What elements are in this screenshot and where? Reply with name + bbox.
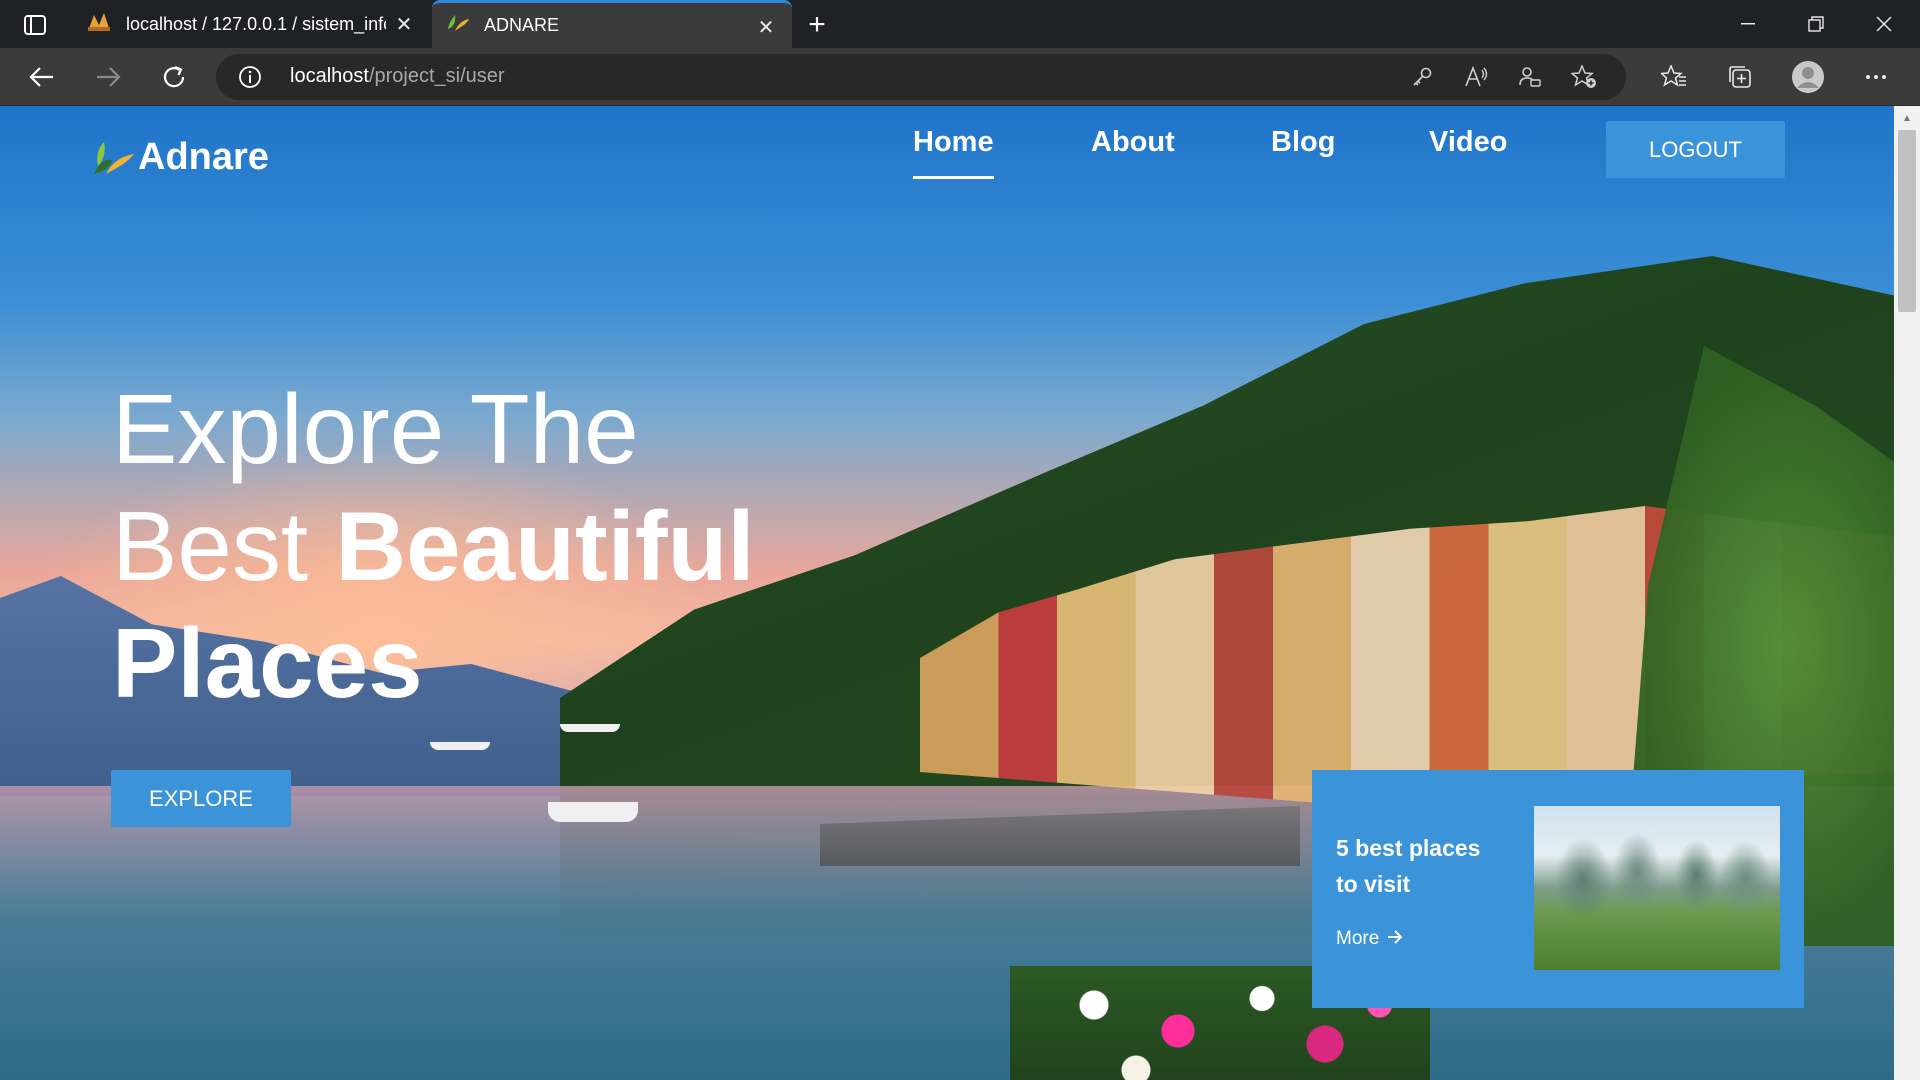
tab-title: localhost / 127.0.0.1 / sistem_info (126, 13, 386, 34)
adnare-logo-icon (92, 138, 136, 178)
hero-line-2-bold: Beautiful (335, 491, 755, 601)
card-more-link[interactable]: More (1336, 928, 1403, 950)
hero-line-2-light: Best (112, 491, 336, 601)
url-path: /project_si/user (368, 65, 505, 87)
card-more-label: More (1336, 928, 1380, 949)
favorites-icon[interactable] (1654, 59, 1694, 95)
read-aloud-icon[interactable] (1460, 63, 1492, 91)
explore-button[interactable]: EXPLORE (111, 770, 291, 827)
profile-sync-icon[interactable] (1514, 63, 1546, 91)
collections-icon[interactable] (1720, 59, 1760, 95)
phpmyadmin-favicon-icon (86, 11, 112, 38)
card-image (1534, 806, 1780, 970)
browser-tab-bar: localhost / 127.0.0.1 / sistem_info ✕ AD… (0, 0, 1920, 48)
background-boat (548, 802, 638, 822)
back-icon[interactable] (22, 59, 62, 95)
nav-video[interactable]: Video (1429, 126, 1507, 159)
site-info-icon[interactable] (238, 65, 262, 89)
background-boat (430, 742, 490, 750)
tab-actions-icon[interactable] (18, 12, 52, 38)
reload-icon[interactable] (154, 59, 194, 95)
tab-adnare[interactable]: ADNARE ✕ (432, 0, 792, 48)
hero-line-2: Best Beautiful (112, 488, 755, 605)
profile-avatar-icon[interactable] (1788, 59, 1828, 95)
brand-name: Adnare (138, 136, 269, 178)
card-title: 5 best places to visit (1336, 835, 1481, 897)
background-boat (560, 724, 620, 732)
close-window-icon[interactable] (1850, 0, 1918, 48)
logout-button[interactable]: LOGOUT (1606, 121, 1785, 178)
address-bar[interactable]: localhost/project_si/user (216, 54, 1626, 100)
nav-about[interactable]: About (1091, 126, 1175, 159)
restore-icon[interactable] (1782, 0, 1850, 48)
add-favorite-icon[interactable] (1568, 63, 1600, 91)
close-tab-icon[interactable]: ✕ (392, 12, 416, 36)
url-text: localhost/project_si/user (290, 65, 505, 88)
hero-line-3: Places (112, 608, 423, 718)
page-viewport: Adnare Home About Blog Video LOGOUT Expl… (0, 106, 1894, 1080)
close-tab-icon[interactable]: ✕ (754, 15, 778, 39)
site-brand[interactable]: Adnare (92, 136, 269, 179)
nav-home[interactable]: Home (913, 126, 994, 179)
scrollbar-thumb[interactable] (1898, 130, 1916, 312)
url-host: localhost (290, 65, 369, 87)
key-icon[interactable] (1406, 63, 1438, 91)
tab-title: ADNARE (484, 15, 560, 35)
forward-icon[interactable] (88, 59, 128, 95)
nav-blog[interactable]: Blog (1271, 126, 1335, 159)
scroll-up-icon[interactable]: ▲ (1898, 110, 1916, 126)
browser-toolbar: localhost/project_si/user (0, 48, 1920, 106)
hero-title: Explore The Best Beautiful Places (112, 371, 755, 722)
featured-card[interactable]: 5 best places to visit More (1312, 770, 1804, 1008)
more-menu-icon[interactable] (1856, 59, 1896, 95)
minimize-icon[interactable] (1714, 0, 1782, 48)
hero-line-1: Explore The (112, 374, 639, 484)
new-tab-button[interactable]: + (800, 8, 834, 42)
adnare-favicon-icon (446, 13, 470, 38)
tab-phpmyadmin[interactable]: localhost / 127.0.0.1 / sistem_info ✕ (72, 0, 430, 48)
arrow-right-icon (1387, 928, 1403, 950)
